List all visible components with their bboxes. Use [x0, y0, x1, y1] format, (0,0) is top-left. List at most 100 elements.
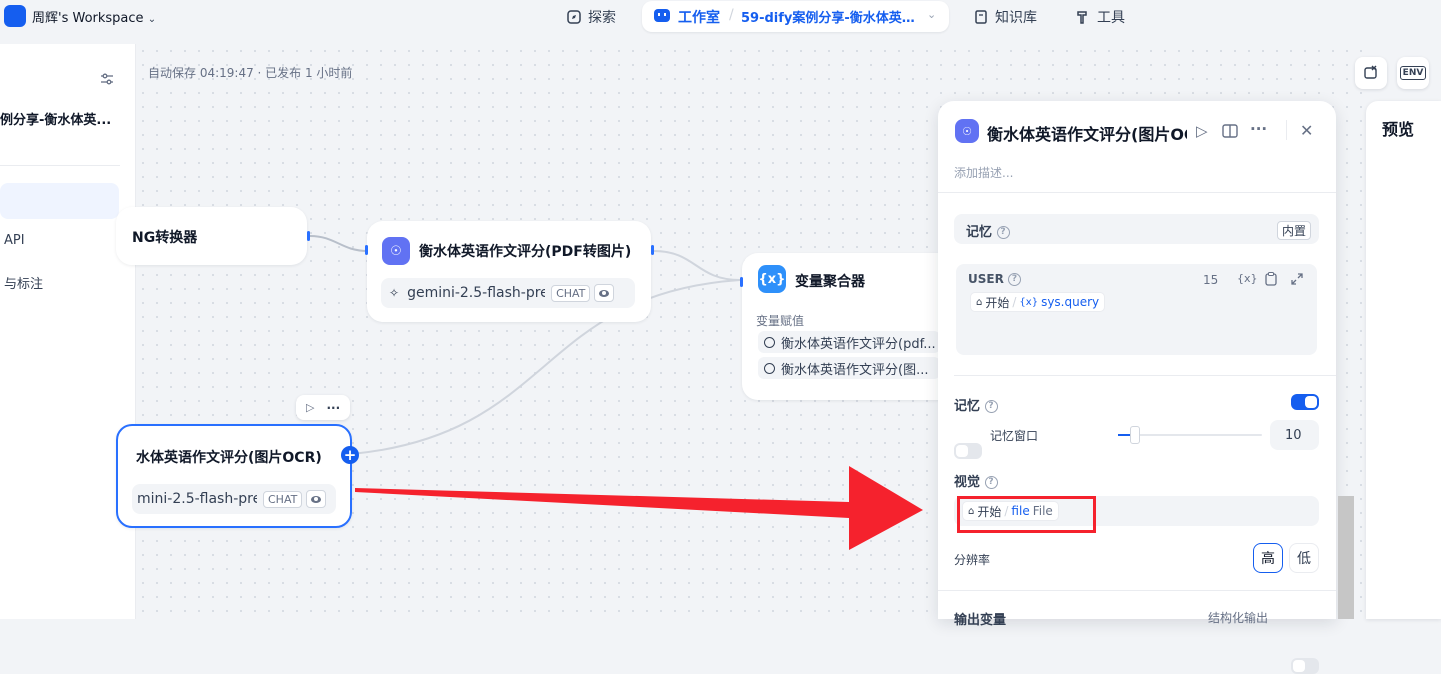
help-circle-icon[interactable]: ?: [1008, 273, 1022, 286]
chat-mode-badge: CHAT: [551, 284, 591, 302]
resolution-high-button[interactable]: 高: [1253, 543, 1283, 573]
memory-header-label: 记忆 ?: [966, 221, 1010, 240]
resolution-low-button[interactable]: 低: [1289, 543, 1319, 573]
close-icon[interactable]: ✕: [1300, 121, 1313, 140]
node-llm-ocr-selected[interactable]: 水体英语作文评分(图片OCR) mini-2.5-flash-preview C…: [116, 424, 352, 528]
vision-label-text: 视觉: [954, 475, 981, 490]
aggregator-section-label: 变量赋值: [756, 314, 805, 328]
help-circle-icon[interactable]: ?: [984, 400, 998, 413]
model-name: mini-2.5-flash-preview: [137, 491, 257, 507]
env-button[interactable]: ENV: [1397, 57, 1429, 89]
help-circle-icon[interactable]: ?: [984, 476, 998, 489]
model-sparkle-icon: ✧: [389, 286, 400, 300]
sidebar-item-api[interactable]: API: [4, 233, 25, 248]
vision-eye-icon: [594, 284, 615, 302]
split-view-icon[interactable]: [1222, 124, 1238, 138]
sys-query-var: sys.query: [1041, 295, 1100, 309]
left-sidebar: [0, 44, 136, 619]
robot-icon: [654, 9, 670, 22]
workspace-logo[interactable]: [4, 5, 26, 27]
nav-tools[interactable]: 工具: [1075, 7, 1125, 27]
nav-knowledge-label: 知识库: [995, 10, 1037, 26]
workspace-name: 周辉's Workspace: [32, 11, 144, 26]
sidebar-item-annotation[interactable]: 与标注: [4, 273, 43, 292]
node-output-handle[interactable]: [307, 231, 310, 241]
memory-window-input[interactable]: 10: [1270, 420, 1319, 450]
node-output-handle[interactable]: [651, 245, 654, 255]
sidebar-app-name: 例分享-衡水体英...: [0, 113, 112, 128]
expand-icon[interactable]: [1291, 273, 1303, 285]
node-png-converter[interactable]: NG转换器: [116, 207, 307, 265]
structured-output-label: 结构化输出: [1208, 611, 1269, 625]
more-icon[interactable]: ···: [1250, 120, 1267, 138]
node-title: 衡水体英语作文评分(PDF转图片): [419, 244, 632, 260]
node-title: 变量聚合器: [795, 274, 865, 290]
nav-tools-label: 工具: [1097, 10, 1125, 26]
node-input-handle[interactable]: [365, 245, 368, 255]
prompt-variable-chip: ⌂ 开始 / {x} sys.query: [970, 292, 1106, 312]
chat-mode-badge: CHAT: [263, 490, 303, 508]
workspace-selector[interactable]: 周辉's Workspace ⌄: [32, 7, 156, 26]
resolution-label: 分辨率: [954, 553, 991, 567]
nav-explore[interactable]: 探索: [566, 7, 616, 27]
section-divider: [954, 375, 1336, 376]
sidebar-divider: [0, 165, 120, 166]
scrollbar[interactable]: [1338, 496, 1354, 619]
aggregator-var-label: 衡水体英语作文评分(pdf...: [781, 336, 936, 352]
llm-node-icon: [764, 336, 775, 348]
builtin-badge: 内置: [1277, 221, 1312, 240]
node-input-handle[interactable]: [740, 277, 743, 287]
memory-window-toggle[interactable]: [954, 443, 982, 459]
memory-header-text: 记忆: [966, 225, 993, 240]
env-icon: ENV: [1399, 66, 1427, 80]
insert-variable-icon[interactable]: {x}: [1237, 272, 1258, 285]
start-node-label: 开始: [985, 295, 1010, 310]
checklist-button[interactable]: [1355, 57, 1387, 89]
sidebar-item-orchestrate[interactable]: [0, 183, 119, 219]
variable-braces-icon: {x}: [758, 265, 786, 293]
model-selector[interactable]: ✧ gemini-2.5-flash-preview CHAT: [381, 278, 635, 308]
play-icon[interactable]: ▷: [306, 401, 314, 414]
memory-label-text: 记忆: [954, 399, 981, 414]
header-divider: [1286, 120, 1287, 140]
model-name: gemini-2.5-flash-preview: [407, 285, 546, 301]
memory-toggle[interactable]: [1291, 394, 1319, 410]
section-divider: [938, 590, 1336, 591]
description-input[interactable]: 添加描述...: [954, 164, 1013, 181]
copy-icon[interactable]: [1265, 272, 1277, 286]
panel-title[interactable]: 衡水体英语作文评分(图片OCR): [987, 121, 1187, 145]
vision-eye-icon: [306, 490, 327, 508]
node-variable-aggregator[interactable]: {x} 变量聚合器 变量赋值 衡水体英语作文评分(pdf... 衡水体英语作文评…: [742, 253, 962, 400]
user-role-label: USER ?: [968, 272, 1022, 286]
breadcrumb-separator: /: [729, 7, 734, 23]
hammer-icon: [1077, 11, 1087, 24]
memory-label: 记忆 ?: [954, 395, 998, 414]
preview-panel: [1366, 101, 1441, 619]
home-icon: ⌂: [976, 296, 983, 308]
llm-node-icon: [764, 362, 775, 374]
run-node-play-icon[interactable]: ▷: [1196, 122, 1208, 140]
structured-output-toggle[interactable]: [1291, 658, 1319, 674]
settings-sliders-icon[interactable]: [100, 72, 114, 86]
node-title: NG转换器: [132, 230, 198, 246]
var-brace-icon: {x}: [1019, 296, 1039, 308]
llm-brain-icon: ☉: [955, 119, 979, 143]
nav-knowledge[interactable]: 知识库: [973, 7, 1037, 27]
nav-studio[interactable]: 工作室: [678, 7, 720, 27]
compass-icon: [567, 10, 581, 24]
model-selector[interactable]: mini-2.5-flash-preview CHAT: [132, 484, 336, 514]
help-circle-icon[interactable]: ?: [996, 226, 1010, 239]
llm-brain-icon: ☉: [382, 237, 410, 265]
book-icon: [975, 10, 987, 24]
chevron-down-icon[interactable]: ⌄: [927, 8, 936, 21]
annotation-highlight-box: [957, 496, 1096, 533]
aggregator-var-row: 衡水体英语作文评分(pdf...: [758, 331, 940, 353]
memory-window-slider-handle[interactable]: [1130, 426, 1140, 444]
app-selector[interactable]: 59-dify案例分享-衡水体英语作文评分(图片OCR): [741, 7, 921, 26]
more-icon[interactable]: ···: [326, 401, 340, 415]
annotation-arrow: [355, 466, 923, 550]
node-llm-pdf[interactable]: ☉ 衡水体英语作文评分(PDF转图片) ✧ gemini-2.5-flash-p…: [367, 221, 651, 322]
path-separator: /: [1012, 295, 1017, 309]
aggregator-var-label: 衡水体英语作文评分(图...: [781, 362, 929, 378]
nav-explore-label: 探索: [588, 10, 616, 26]
